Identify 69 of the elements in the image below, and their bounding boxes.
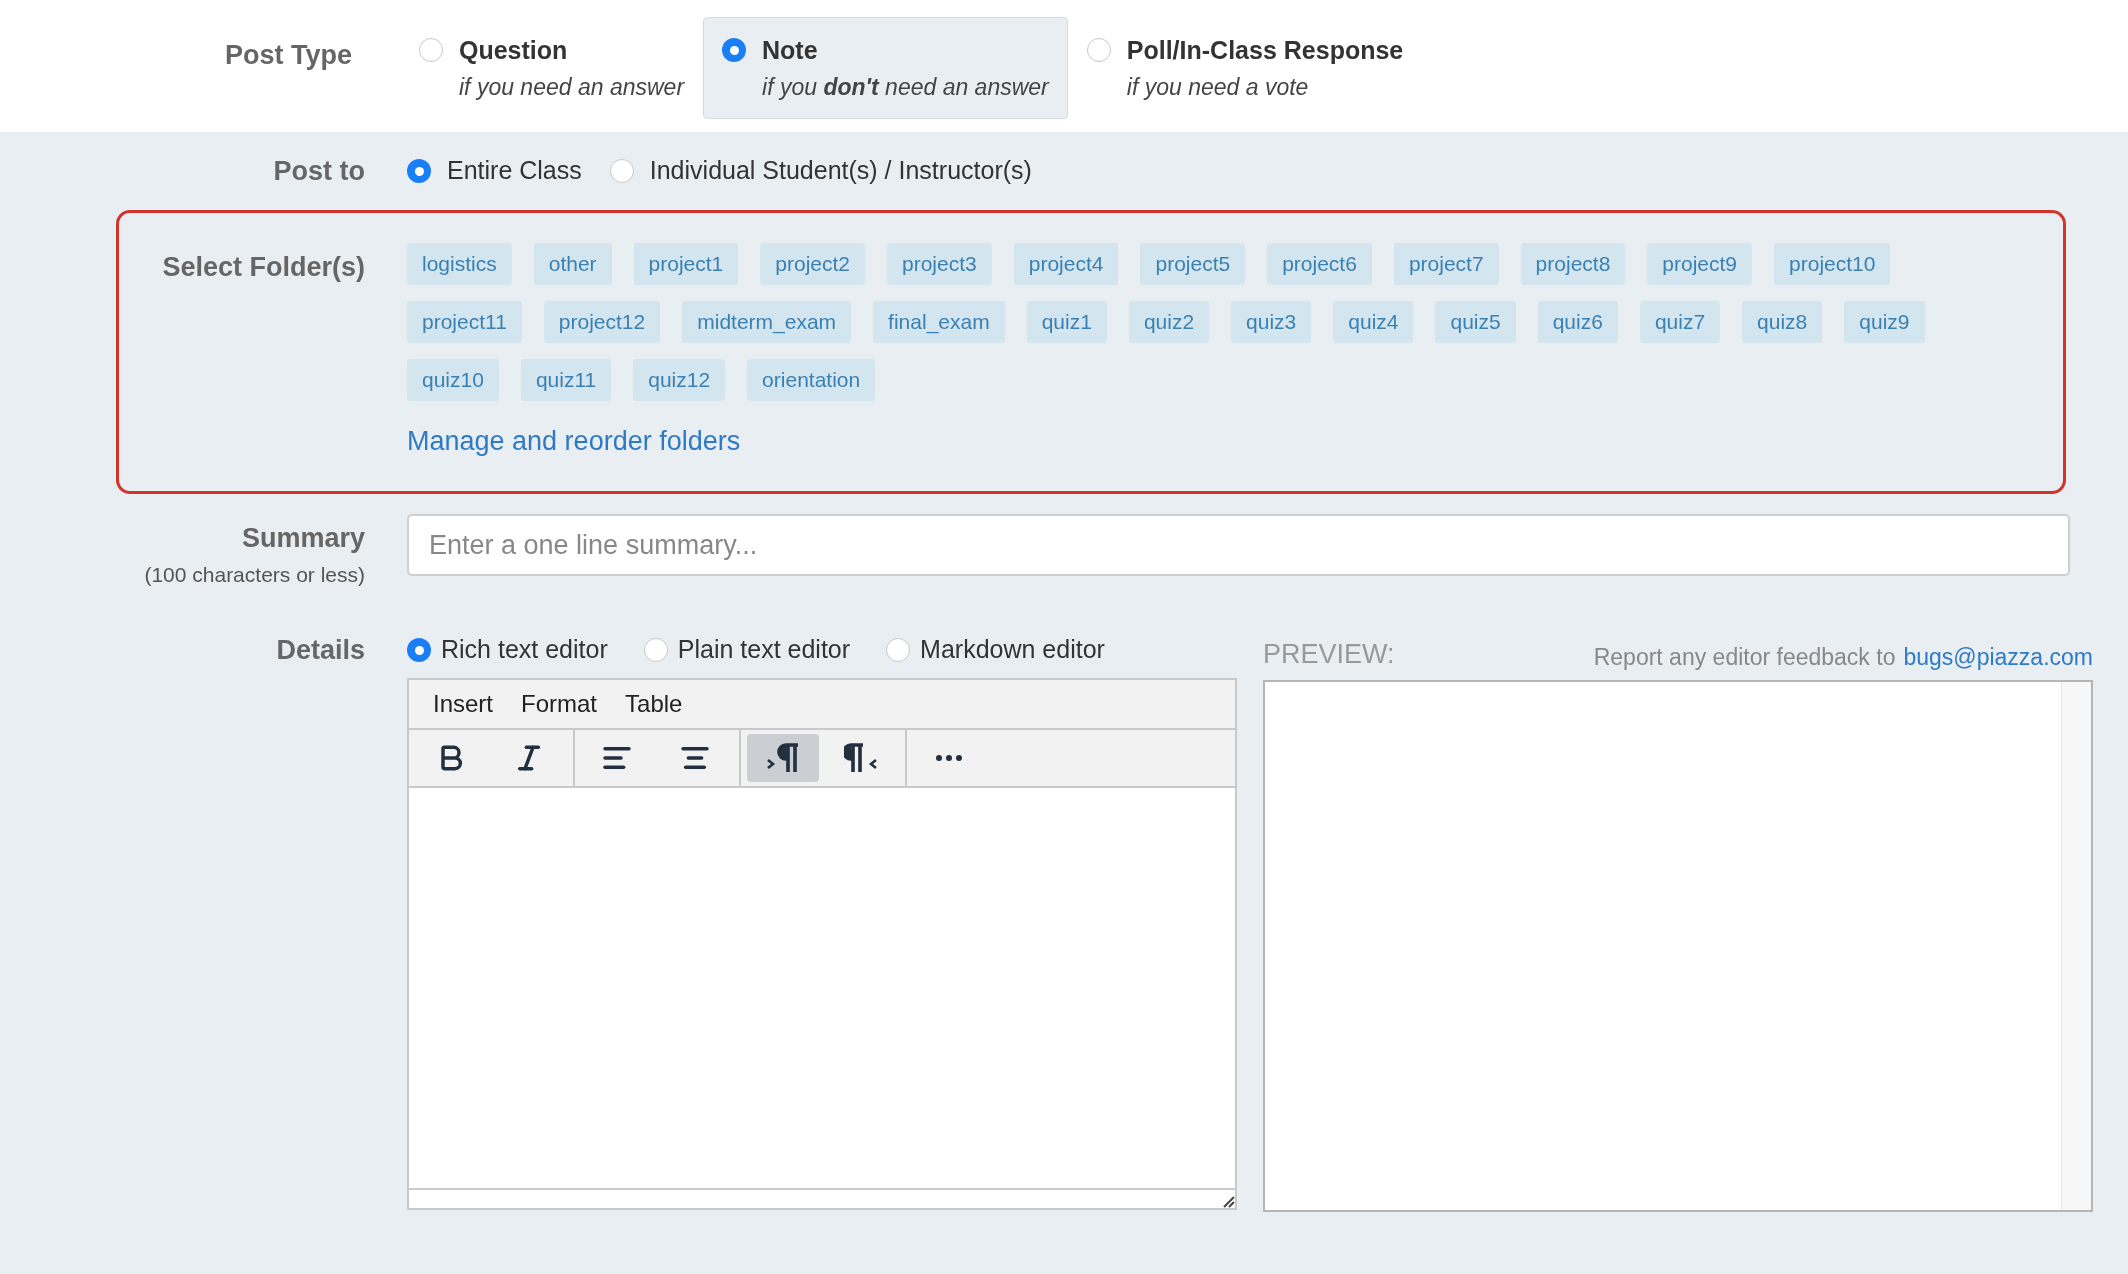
radio-button[interactable] bbox=[886, 638, 911, 662]
feedback-text: Report any editor feedback to bbox=[1593, 642, 1896, 672]
radio-label[interactable]: Markdown editor bbox=[920, 631, 1105, 669]
menu-item[interactable]: Table bbox=[611, 686, 697, 722]
folder-tag[interactable]: logistics bbox=[407, 243, 512, 285]
option-title: Note bbox=[762, 35, 819, 66]
radio-button[interactable] bbox=[419, 38, 443, 62]
folder-tag[interactable]: quiz12 bbox=[633, 359, 726, 401]
folder-tag[interactable]: project4 bbox=[1013, 243, 1119, 285]
folder-tag[interactable]: quiz9 bbox=[1844, 301, 1925, 343]
folder-tag[interactable]: quiz1 bbox=[1026, 301, 1107, 343]
folder-tag[interactable]: project5 bbox=[1140, 243, 1246, 285]
option-description: if you need an answer bbox=[459, 72, 685, 102]
manage-folders-link[interactable]: Manage and reorder folders bbox=[407, 421, 741, 462]
more-icon bbox=[936, 755, 962, 761]
option-title: Question bbox=[459, 35, 569, 66]
radio-button[interactable] bbox=[722, 38, 747, 62]
folder-tag[interactable]: midterm_exam bbox=[682, 301, 852, 343]
folder-tag[interactable]: project8 bbox=[1520, 243, 1626, 285]
folder-tag[interactable]: quiz3 bbox=[1231, 301, 1312, 343]
radio-label[interactable]: Rich text editor bbox=[441, 631, 608, 669]
radio-label[interactable]: Individual Student(s) / Instructor(s) bbox=[649, 152, 1032, 190]
menu-item[interactable]: Format bbox=[507, 686, 612, 722]
folder-tag[interactable]: quiz2 bbox=[1128, 301, 1210, 343]
folder-tag[interactable]: project12 bbox=[543, 301, 661, 343]
field-hint: (100 characters or less) bbox=[144, 561, 365, 588]
radio-button[interactable] bbox=[407, 638, 431, 662]
option-description: if you need a vote bbox=[1126, 72, 1310, 102]
radio-button[interactable] bbox=[1086, 38, 1111, 62]
summary-input-field[interactable]: Enter a one line summary... bbox=[407, 514, 2070, 576]
folder-tag[interactable]: project2 bbox=[760, 243, 865, 285]
folder-tag[interactable]: quiz8 bbox=[1742, 301, 1823, 343]
option-description: if you don't need an answer bbox=[762, 72, 1049, 102]
folder-tag[interactable]: project10 bbox=[1774, 243, 1891, 285]
field-label: Summary bbox=[241, 522, 365, 555]
field-label: Details bbox=[276, 635, 365, 665]
folder-tag[interactable]: project6 bbox=[1267, 243, 1372, 285]
preview-label: PREVIEW: bbox=[1263, 637, 1395, 671]
pilcrow-left-icon bbox=[844, 743, 878, 773]
folder-tag[interactable]: project1 bbox=[633, 243, 739, 285]
folder-tag[interactable]: project11 bbox=[407, 301, 522, 343]
post-type-option[interactable]: Question if you need an answer bbox=[410, 17, 694, 119]
field-label: Select Folder(s) bbox=[162, 252, 365, 282]
field-label: Post to bbox=[273, 155, 365, 186]
pilcrow-right-icon bbox=[766, 743, 800, 773]
option-title: Poll/In-Class Response bbox=[1126, 35, 1404, 66]
field-label: Post Type bbox=[224, 40, 352, 70]
feedback-email-link[interactable]: bugs@piazza.com bbox=[1903, 639, 2093, 674]
folder-tag[interactable]: quiz5 bbox=[1435, 301, 1516, 343]
toolbar-button[interactable] bbox=[747, 734, 819, 782]
post-type-option[interactable]: Note if you don't need an answer bbox=[703, 17, 1068, 119]
folder-tag[interactable]: orientation bbox=[747, 359, 876, 401]
radio-button[interactable] bbox=[643, 638, 668, 662]
folder-tag[interactable]: project7 bbox=[1393, 243, 1499, 285]
radio-button[interactable] bbox=[407, 159, 431, 183]
folder-tag[interactable]: quiz4 bbox=[1333, 301, 1414, 343]
folder-tag[interactable]: other bbox=[533, 243, 612, 285]
post-type-option[interactable]: Poll/In-Class Response if you need a vote bbox=[1077, 17, 1413, 119]
folder-tag[interactable]: final_exam bbox=[873, 301, 1005, 343]
folder-tag[interactable]: project3 bbox=[887, 243, 992, 285]
radio-label[interactable]: Entire Class bbox=[447, 152, 582, 190]
folder-tag[interactable]: quiz7 bbox=[1639, 301, 1721, 343]
folder-tag[interactable]: quiz11 bbox=[520, 359, 612, 401]
menu-item[interactable]: Insert bbox=[419, 686, 508, 722]
folder-tag[interactable]: quiz10 bbox=[407, 359, 499, 401]
radio-label[interactable]: Plain text editor bbox=[677, 631, 851, 669]
folder-tag[interactable]: project9 bbox=[1647, 243, 1753, 285]
radio-button[interactable] bbox=[609, 159, 634, 183]
folder-tag[interactable]: quiz6 bbox=[1537, 301, 1618, 343]
